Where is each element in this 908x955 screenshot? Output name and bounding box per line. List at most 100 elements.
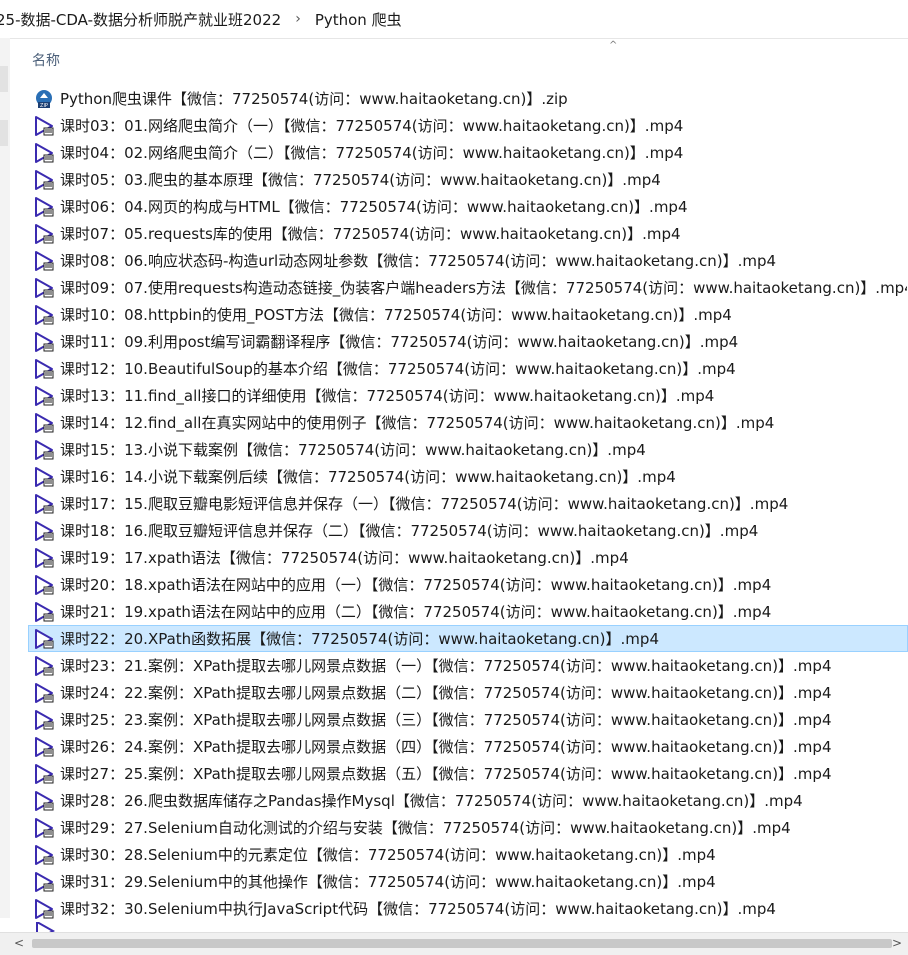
breadcrumb-separator-icon: › <box>295 11 301 27</box>
video-file-icon <box>35 520 54 541</box>
file-row[interactable]: 课时05：03.爬虫的基本原理【微信：77250574(访问：www.haita… <box>28 166 908 193</box>
file-row[interactable]: 课时14：12.find_all在真实网站中的使用例子【微信：77250574(… <box>28 409 908 436</box>
file-name: 课时10：08.httpbin的使用_POST方法【微信：77250574(访问… <box>60 306 732 324</box>
breadcrumb-folder-course[interactable]: 25-数据-CDA-数据分析师脱产就业班2022 <box>0 9 283 30</box>
video-file-icon <box>35 250 54 271</box>
nav-pane-marker <box>0 66 8 92</box>
video-file-icon <box>35 196 54 217</box>
video-file-icon <box>35 439 54 460</box>
video-file-icon <box>35 223 54 244</box>
video-file-icon <box>35 898 54 919</box>
file-name: 课时21：19.xpath语法在网站中的应用（二）【微信：77250574(访问… <box>60 603 772 621</box>
file-name: 课时04：02.网络爬虫简介（二）【微信：77250574(访问：www.hai… <box>60 144 684 162</box>
video-file-icon <box>35 844 54 865</box>
file-row[interactable]: ZIP Python爬虫课件【微信：77250574(访问：www.haitaok… <box>28 85 908 112</box>
file-row[interactable]: 课时07：05.requests库的使用【微信：77250574(访问：www.… <box>28 220 908 247</box>
nav-pane-marker <box>0 120 8 146</box>
video-file-icon <box>35 493 54 514</box>
file-row[interactable]: 课时29：27.Selenium自动化测试的介绍与安装【微信：77250574(… <box>28 814 908 841</box>
file-row[interactable]: 课时06：04.网页的构成与HTML【微信：77250574(访问：www.ha… <box>28 193 908 220</box>
video-file-icon <box>35 871 54 892</box>
video-file-icon <box>35 601 54 622</box>
file-row[interactable]: 课时32：30.Selenium中执行JavaScript代码【微信：77250… <box>28 895 908 922</box>
file-row[interactable]: 课时15：13.小说下载案例【微信：77250574(访问：www.haitao… <box>28 436 908 463</box>
file-name: 课时06：04.网页的构成与HTML【微信：77250574(访问：www.ha… <box>60 198 688 216</box>
video-file-icon <box>35 277 54 298</box>
file-row[interactable]: 课时23：21.案例：XPath提取去哪儿网景点数据（一）【微信：7725057… <box>28 652 908 679</box>
file-row[interactable]: 课时17：15.爬取豆瓣电影短评信息并保存（一）【微信：77250574(访问：… <box>28 490 908 517</box>
svg-text:ZIP: ZIP <box>40 103 48 109</box>
file-row[interactable]: 课时13：11.find_all接口的详细使用【微信：77250574(访问：w… <box>28 382 908 409</box>
file-row[interactable]: 课时31：29.Selenium中的其他操作【微信：77250574(访问：ww… <box>28 868 908 895</box>
file-name: Python爬虫课件【微信：77250574(访问：www.haitaoketa… <box>60 90 568 108</box>
file-name: 课时31：29.Selenium中的其他操作【微信：77250574(访问：ww… <box>60 873 716 891</box>
breadcrumb-folder-python[interactable]: Python 爬虫 <box>313 9 404 30</box>
file-row[interactable]: 课时20：18.xpath语法在网站中的应用（一）【微信：77250574(访问… <box>28 571 908 598</box>
video-file-icon <box>36 922 56 932</box>
zip-archive-icon: ZIP <box>36 89 52 109</box>
file-row[interactable]: 课时04：02.网络爬虫简介（二）【微信：77250574(访问：www.hai… <box>28 139 908 166</box>
file-row[interactable]: 课时22：20.XPath函数拓展【微信：77250574(访问：www.hai… <box>28 625 908 652</box>
file-name: 课时28：26.爬虫数据库储存之Pandas操作Mysql【微信：7725057… <box>60 792 803 810</box>
scroll-left-icon[interactable]: < <box>14 936 24 950</box>
file-name: 课时30：28.Selenium中的元素定位【微信：77250574(访问：ww… <box>60 846 716 864</box>
partial-row-clipped <box>30 922 908 932</box>
file-name: 课时24：22.案例：XPath提取去哪儿网景点数据（二）【微信：7725057… <box>60 684 832 702</box>
file-name: 课时17：15.爬取豆瓣电影短评信息并保存（一）【微信：77250574(访问：… <box>60 495 789 513</box>
file-name: 课时13：11.find_all接口的详细使用【微信：77250574(访问：w… <box>60 387 715 405</box>
video-file-icon <box>35 466 54 487</box>
file-row[interactable]: 课时18：16.爬取豆瓣短评信息并保存（二）【微信：77250574(访问：ww… <box>28 517 908 544</box>
video-file-icon <box>35 358 54 379</box>
file-name: 课时29：27.Selenium自动化测试的介绍与安装【微信：77250574(… <box>60 819 791 837</box>
video-file-icon <box>35 169 54 190</box>
video-file-icon <box>35 655 54 676</box>
file-row[interactable]: 课时26：24.案例：XPath提取去哪儿网景点数据（四）【微信：7725057… <box>28 733 908 760</box>
file-name: 课时15：13.小说下载案例【微信：77250574(访问：www.haitao… <box>60 441 646 459</box>
video-file-icon <box>35 331 54 352</box>
column-header-name[interactable]: 名称 <box>32 50 60 70</box>
video-file-icon <box>35 385 54 406</box>
file-row[interactable]: 课时08：06.响应状态码-构造url动态网址参数【微信：77250574(访问… <box>28 247 908 274</box>
file-row[interactable]: 课时09：07.使用requests构造动态链接_伪装客户端headers方法【… <box>28 274 908 301</box>
file-row[interactable]: 课时24：22.案例：XPath提取去哪儿网景点数据（二）【微信：7725057… <box>28 679 908 706</box>
file-row[interactable]: 课时10：08.httpbin的使用_POST方法【微信：77250574(访问… <box>28 301 908 328</box>
video-file-icon <box>35 547 54 568</box>
file-row[interactable]: 课时03：01.网络爬虫简介（一）【微信：77250574(访问：www.hai… <box>28 112 908 139</box>
file-row[interactable]: 课时16：14.小说下载案例后续【微信：77250574(访问：www.hait… <box>28 463 908 490</box>
video-file-icon <box>35 682 54 703</box>
file-name: 课时32：30.Selenium中执行JavaScript代码【微信：77250… <box>60 900 776 918</box>
video-file-icon <box>35 628 54 649</box>
file-name: 课时03：01.网络爬虫简介（一）【微信：77250574(访问：www.hai… <box>60 117 684 135</box>
navigation-pane-edge <box>0 38 10 918</box>
file-name: 课时11：09.利用post编写词霸翻译程序【微信：77250574(访问：ww… <box>60 333 739 351</box>
file-row[interactable]: 课时30：28.Selenium中的元素定位【微信：77250574(访问：ww… <box>28 841 908 868</box>
file-name: 课时18：16.爬取豆瓣短评信息并保存（二）【微信：77250574(访问：ww… <box>60 522 759 540</box>
video-file-icon <box>35 736 54 757</box>
video-file-icon <box>35 817 54 838</box>
file-row[interactable]: 课时11：09.利用post编写词霸翻译程序【微信：77250574(访问：ww… <box>28 328 908 355</box>
video-file-icon <box>35 790 54 811</box>
file-name: 课时26：24.案例：XPath提取去哪儿网景点数据（四）【微信：7725057… <box>60 738 832 756</box>
file-name: 课时23：21.案例：XPath提取去哪儿网景点数据（一）【微信：7725057… <box>60 657 832 675</box>
sort-ascending-icon: ^ <box>609 40 618 51</box>
file-list: ZIP Python爬虫课件【微信：77250574(访问：www.haitaok… <box>28 85 908 922</box>
video-file-icon <box>35 304 54 325</box>
scroll-right-icon[interactable]: > <box>892 936 902 950</box>
horizontal-scrollbar[interactable]: < > <box>0 932 908 955</box>
file-row[interactable]: 课时19：17.xpath语法【微信：77250574(访问：www.haita… <box>28 544 908 571</box>
file-name: 课时19：17.xpath语法【微信：77250574(访问：www.haita… <box>60 549 629 567</box>
file-name: 课时16：14.小说下载案例后续【微信：77250574(访问：www.hait… <box>60 468 676 486</box>
file-row[interactable]: 课时21：19.xpath语法在网站中的应用（二）【微信：77250574(访问… <box>28 598 908 625</box>
file-row[interactable]: 课时28：26.爬虫数据库储存之Pandas操作Mysql【微信：7725057… <box>28 787 908 814</box>
video-file-icon <box>35 142 54 163</box>
file-name: 课时09：07.使用requests构造动态链接_伪装客户端headers方法【… <box>60 279 908 297</box>
scrollbar-thumb[interactable] <box>32 939 892 948</box>
file-name: 课时14：12.find_all在真实网站中的使用例子【微信：77250574(… <box>60 414 775 432</box>
file-row[interactable]: 课时25：23.案例：XPath提取去哪儿网景点数据（三）【微信：7725057… <box>28 706 908 733</box>
file-name: 课时08：06.响应状态码-构造url动态网址参数【微信：77250574(访问… <box>60 252 777 270</box>
video-file-icon <box>35 115 54 136</box>
breadcrumb: 25-数据-CDA-数据分析师脱产就业班2022 › Python 爬虫 <box>0 0 908 39</box>
file-name: 课时20：18.xpath语法在网站中的应用（一）【微信：77250574(访问… <box>60 576 772 594</box>
file-row[interactable]: 课时12：10.BeautifulSoup的基本介绍【微信：77250574(访… <box>28 355 908 382</box>
file-row[interactable]: 课时27：25.案例：XPath提取去哪儿网景点数据（五）【微信：7725057… <box>28 760 908 787</box>
